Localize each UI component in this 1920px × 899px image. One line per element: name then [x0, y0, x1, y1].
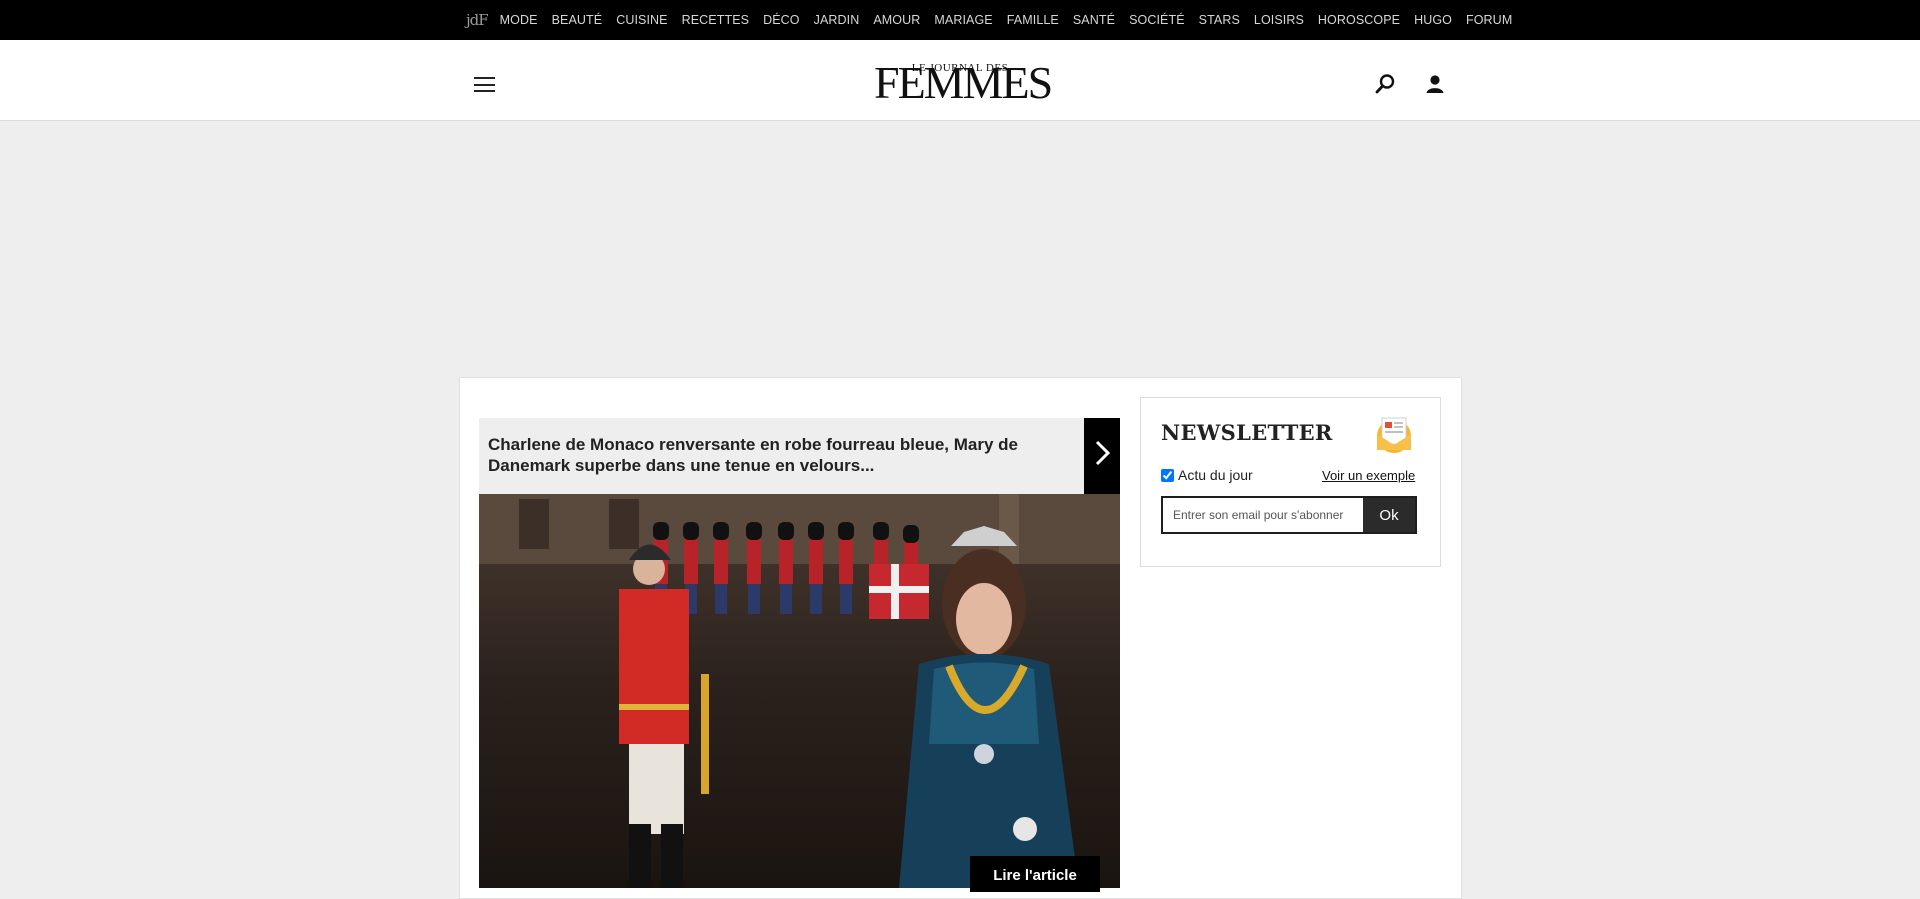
- next-article-button[interactable]: [1084, 418, 1120, 494]
- newsletter-form: Ok: [1161, 496, 1417, 534]
- newsletter-widget: NEWSLETTER Actu du jour Voir un exemple …: [1140, 397, 1441, 567]
- nav-item-jardin[interactable]: JARDIN: [814, 13, 860, 27]
- brand-tagline: LE JOURNAL DES: [911, 62, 1009, 74]
- article-image[interactable]: [479, 494, 1120, 888]
- newsletter-envelope-icon: [1373, 412, 1415, 454]
- nav-item-sante[interactable]: SANTÉ: [1073, 13, 1115, 27]
- subscribe-button[interactable]: Ok: [1363, 498, 1415, 532]
- jdf-logo[interactable]: jdF: [466, 11, 489, 29]
- nav-item-beaute[interactable]: BEAUTÉ: [552, 13, 603, 27]
- actu-du-jour-label: Actu du jour: [1178, 467, 1253, 483]
- search-icon[interactable]: [1374, 73, 1396, 95]
- article-headline[interactable]: Charlene de Monaco renversante en robe f…: [488, 434, 1068, 476]
- nav-item-mode[interactable]: MODE: [500, 13, 538, 27]
- nav-item-loisirs[interactable]: LOISIRS: [1254, 13, 1304, 27]
- nav-item-stars[interactable]: STARS: [1199, 13, 1240, 27]
- chevron-right-icon: [1095, 440, 1111, 466]
- nav-item-hugo[interactable]: HUGO: [1414, 13, 1452, 27]
- nav-item-mariage[interactable]: MARIAGE: [934, 13, 992, 27]
- nav-item-horoscope[interactable]: HOROSCOPE: [1318, 13, 1400, 27]
- site-logo[interactable]: FEMMES LE JOURNAL DES: [874, 60, 1053, 106]
- actu-du-jour-checkbox[interactable]: [1161, 468, 1174, 482]
- nav-item-amour[interactable]: AMOUR: [873, 13, 920, 27]
- email-input[interactable]: [1163, 498, 1363, 532]
- nav-item-deco[interactable]: DÉCO: [763, 13, 800, 27]
- nav-item-famille[interactable]: FAMILLE: [1007, 13, 1059, 27]
- menu-icon[interactable]: [474, 77, 495, 92]
- see-example-link[interactable]: Voir un exemple: [1322, 468, 1415, 483]
- nav-item-recettes[interactable]: RECETTES: [682, 13, 749, 27]
- nav-item-cuisine[interactable]: CUISINE: [616, 13, 667, 27]
- newsletter-title: NEWSLETTER: [1161, 420, 1333, 445]
- top-nav: jdF MODE BEAUTÉ CUISINE RECETTES DÉCO JA…: [466, 0, 1526, 40]
- article-headline-box[interactable]: Charlene de Monaco renversante en robe f…: [479, 418, 1084, 494]
- nav-item-societe[interactable]: SOCIÉTÉ: [1129, 13, 1185, 27]
- read-article-button[interactable]: Lire l'article: [970, 856, 1100, 892]
- user-icon[interactable]: [1424, 73, 1446, 95]
- nav-item-forum[interactable]: FORUM: [1466, 13, 1512, 27]
- top-nav-bar: jdF MODE BEAUTÉ CUISINE RECETTES DÉCO JA…: [0, 0, 1920, 40]
- actu-du-jour-checkbox-row[interactable]: Actu du jour: [1161, 467, 1253, 483]
